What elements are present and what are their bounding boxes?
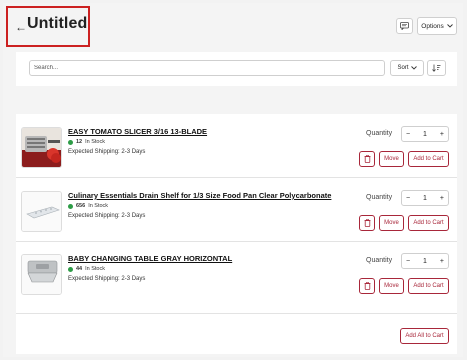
add-to-cart-button[interactable]: Add to Cart [408, 278, 449, 294]
increment-button[interactable]: + [440, 131, 444, 138]
stock-text: In Stock [88, 203, 109, 209]
stock-status: 44 In Stock [68, 266, 105, 272]
comment-icon [400, 22, 409, 30]
trash-icon [364, 282, 370, 290]
stock-status: 656 In Stock [68, 203, 108, 209]
page-title: Untitled [27, 15, 88, 32]
quantity-value[interactable]: 1 [423, 131, 427, 138]
quantity-stepper: − 1 + [401, 253, 449, 269]
divider [16, 177, 457, 178]
decrement-button[interactable]: − [406, 195, 410, 202]
stock-text: In Stock [85, 139, 105, 145]
shipping-estimate: Expected Shipping: 2-3 Days [68, 149, 146, 155]
increment-button[interactable]: + [440, 258, 444, 265]
in-stock-dot-icon [68, 266, 73, 272]
comment-button[interactable] [396, 18, 413, 34]
stock-text: In Stock [85, 266, 105, 272]
shipping-estimate: Expected Shipping: 2-3 Days [68, 213, 146, 219]
product-name-link[interactable]: BABY CHANGING TABLE GRAY HORIZONTAL [68, 254, 232, 263]
items-panel: EASY TOMATO SLICER 3/16 13-BLADE 12 In S… [16, 114, 457, 354]
in-stock-dot-icon [68, 203, 73, 209]
quantity-label: Quantity [366, 130, 393, 137]
add-to-cart-button[interactable]: Add to Cart [408, 151, 449, 167]
quantity-label: Quantity [366, 194, 393, 201]
quantity-value[interactable]: 1 [423, 258, 427, 265]
stock-count: 44 [76, 266, 83, 272]
sort-button[interactable]: Sort [390, 60, 424, 76]
remove-item-button[interactable] [359, 215, 375, 231]
quantity-label: Quantity [366, 257, 393, 264]
quantity-stepper: − 1 + [401, 126, 449, 142]
decrement-button[interactable]: − [406, 258, 410, 265]
search-panel: Sort [16, 52, 457, 86]
product-image-changing-table[interactable] [21, 254, 62, 295]
chevron-down-icon [410, 66, 417, 70]
move-button[interactable]: Move [379, 215, 404, 231]
options-button[interactable]: Options [417, 17, 457, 35]
sort-label: Sort [397, 65, 409, 71]
in-stock-dot-icon [68, 139, 73, 145]
trash-icon [364, 155, 370, 163]
remove-item-button[interactable] [359, 278, 375, 294]
product-name-link[interactable]: EASY TOMATO SLICER 3/16 13-BLADE [68, 127, 207, 136]
search-input[interactable] [29, 60, 385, 76]
sort-direction-button[interactable] [427, 60, 446, 76]
remove-item-button[interactable] [359, 151, 375, 167]
stock-status: 12 In Stock [68, 139, 105, 145]
divider [16, 313, 457, 314]
product-image-drain-shelf[interactable] [21, 191, 62, 232]
list-item: EASY TOMATO SLICER 3/16 13-BLADE 12 In S… [16, 126, 457, 189]
move-button[interactable]: Move [379, 151, 404, 167]
quantity-stepper: − 1 + [401, 190, 449, 206]
options-label: Options [421, 22, 444, 30]
list-item: Culinary Essentials Drain Shelf for 1/3 … [16, 190, 457, 253]
list-item: BABY CHANGING TABLE GRAY HORIZONTAL 44 I… [16, 253, 457, 316]
trash-icon [364, 219, 370, 227]
product-image-tomato-slicer[interactable] [21, 127, 62, 168]
add-all-to-cart-button[interactable]: Add All to Cart [400, 328, 449, 344]
title-highlight: ← Untitled [6, 6, 90, 47]
arrow-left-icon[interactable]: ← [15, 20, 27, 34]
quantity-value[interactable]: 1 [423, 195, 427, 202]
add-to-cart-button[interactable]: Add to Cart [408, 215, 449, 231]
chevron-down-icon [446, 24, 453, 28]
move-button[interactable]: Move [379, 278, 404, 294]
divider [16, 241, 457, 242]
stock-count: 656 [76, 203, 86, 209]
product-name-link[interactable]: Culinary Essentials Drain Shelf for 1/3 … [68, 191, 331, 200]
increment-button[interactable]: + [440, 195, 444, 202]
decrement-button[interactable]: − [406, 131, 410, 138]
stock-count: 12 [76, 139, 83, 145]
sort-descending-icon [432, 64, 441, 72]
shipping-estimate: Expected Shipping: 2-3 Days [68, 276, 146, 282]
